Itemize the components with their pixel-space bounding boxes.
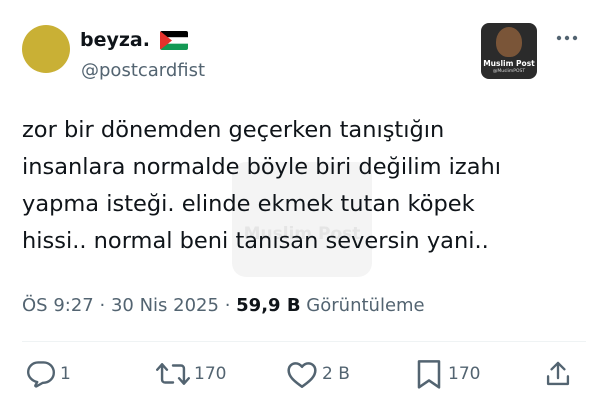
- heart-icon: [287, 362, 317, 388]
- palestine-flag-icon: [159, 30, 188, 50]
- retweet-button[interactable]: 170: [156, 357, 226, 391]
- views-label: Görüntüleme: [306, 295, 425, 316]
- more-options-button[interactable]: [553, 28, 581, 48]
- retweet-icon: [156, 363, 190, 385]
- bookmark-icon: [417, 360, 441, 389]
- display-name[interactable]: beyza.: [80, 27, 150, 53]
- meta-separator: ·: [224, 295, 231, 316]
- share-button[interactable]: [544, 357, 572, 391]
- badge-brand-label: Muslim Post: [483, 59, 535, 68]
- bookmark-button[interactable]: 170: [414, 357, 480, 391]
- avatar[interactable]: [22, 25, 70, 73]
- meta-separator: ·: [99, 295, 106, 316]
- reply-count: 1: [60, 364, 71, 384]
- like-button[interactable]: 2 B: [286, 357, 350, 391]
- badge-sub-label: @MuslimPOST: [492, 69, 526, 74]
- like-count: 2 B: [322, 364, 350, 384]
- reply-button[interactable]: 1: [26, 357, 71, 391]
- affiliate-badge-image[interactable]: Muslim Post @MuslimPOST: [481, 23, 537, 79]
- tweet-text: zor bir dönemden geçerken tanıştığın ins…: [22, 117, 502, 254]
- more-dots-icon: [556, 35, 578, 41]
- tweet-date[interactable]: 30 Nis 2025: [111, 295, 219, 316]
- tweet-meta: ÖS 9:27 · 30 Nis 2025 · 59,9 B Görüntüle…: [22, 292, 425, 320]
- divider: [22, 341, 586, 342]
- author-handle[interactable]: @postcardfist: [81, 59, 205, 83]
- views-count: 59,9 B: [236, 295, 301, 316]
- tweet-time[interactable]: ÖS 9:27: [22, 295, 94, 316]
- retweet-count: 170: [194, 364, 227, 384]
- share-icon: [546, 361, 570, 386]
- bookmark-count: 170: [448, 364, 481, 384]
- tweet-card: beyza. @postcardfist Muslim Post @Muslim…: [0, 0, 608, 417]
- author-name-row[interactable]: beyza.: [80, 27, 188, 53]
- reply-icon: [27, 361, 55, 388]
- badge-portrait: [496, 27, 522, 57]
